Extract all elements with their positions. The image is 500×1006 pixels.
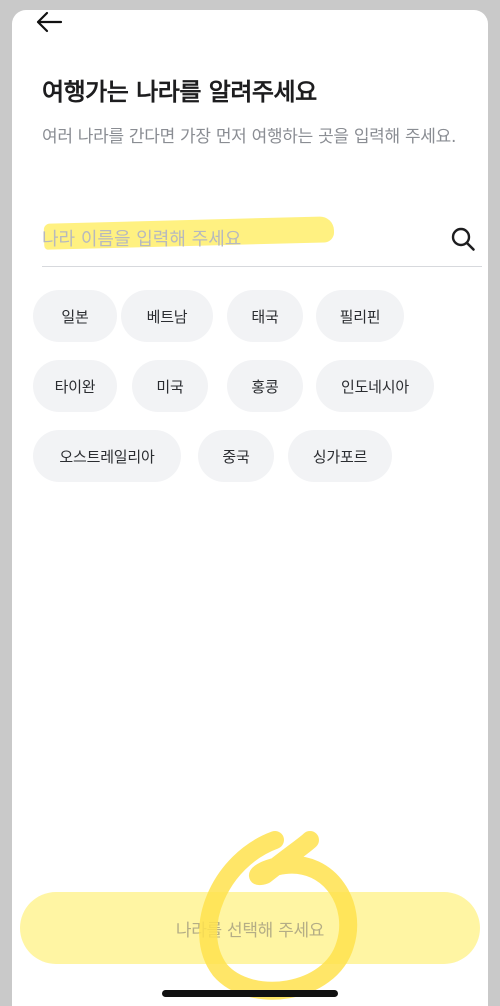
country-chip-label: 필리핀 bbox=[339, 307, 381, 326]
page-subtitle: 여러 나라를 간다면 가장 먼저 여행하는 곳을 입력해 주세요. bbox=[42, 127, 457, 147]
country-chip-label: 베트남 bbox=[146, 307, 188, 326]
arrow-left-icon bbox=[36, 11, 63, 33]
country-chip-label: 중국 bbox=[222, 447, 250, 466]
country-search-input[interactable] bbox=[42, 222, 432, 256]
country-chip-usa[interactable]: 미국 bbox=[132, 360, 208, 412]
country-chip-taiwan[interactable]: 타이완 bbox=[33, 360, 117, 412]
select-country-button-label: 나라를 선택해 주세요 bbox=[175, 920, 325, 941]
home-indicator bbox=[162, 990, 338, 997]
search-bar bbox=[42, 216, 482, 267]
country-chip-indonesia[interactable]: 인도네시아 bbox=[316, 360, 434, 412]
country-chip-singapore[interactable]: 싱가포르 bbox=[288, 430, 392, 482]
country-chip-label: 태국 bbox=[251, 307, 279, 326]
country-chip-australia[interactable]: 오스트레일리아 bbox=[33, 430, 181, 482]
country-chip-label: 홍콩 bbox=[251, 377, 279, 396]
country-chip-label: 싱가포르 bbox=[312, 447, 368, 466]
search-icon[interactable] bbox=[450, 226, 476, 252]
country-chip-label: 오스트레일리아 bbox=[59, 447, 155, 466]
country-chip-label: 타이완 bbox=[54, 377, 96, 396]
country-chip-hongkong[interactable]: 홍콩 bbox=[227, 360, 303, 412]
country-chip-thailand[interactable]: 태국 bbox=[227, 290, 303, 342]
country-chip-vietnam[interactable]: 베트남 bbox=[121, 290, 213, 342]
country-chip-china[interactable]: 중국 bbox=[198, 430, 274, 482]
country-chip-japan[interactable]: 일본 bbox=[33, 290, 117, 342]
back-button[interactable] bbox=[34, 10, 64, 34]
country-chip-philippines[interactable]: 필리핀 bbox=[316, 290, 404, 342]
country-select-sheet: 여행가는 나라를 알려주세요 여러 나라를 간다면 가장 먼저 여행하는 곳을 … bbox=[12, 10, 488, 1006]
select-country-button[interactable]: 나라를 선택해 주세요 bbox=[20, 892, 480, 964]
country-chip-label: 미국 bbox=[156, 377, 184, 396]
country-chip-label: 인도네시아 bbox=[340, 377, 409, 396]
country-chip-label: 일본 bbox=[61, 307, 89, 326]
page-title: 여행가는 나라를 알려주세요 bbox=[42, 78, 317, 106]
